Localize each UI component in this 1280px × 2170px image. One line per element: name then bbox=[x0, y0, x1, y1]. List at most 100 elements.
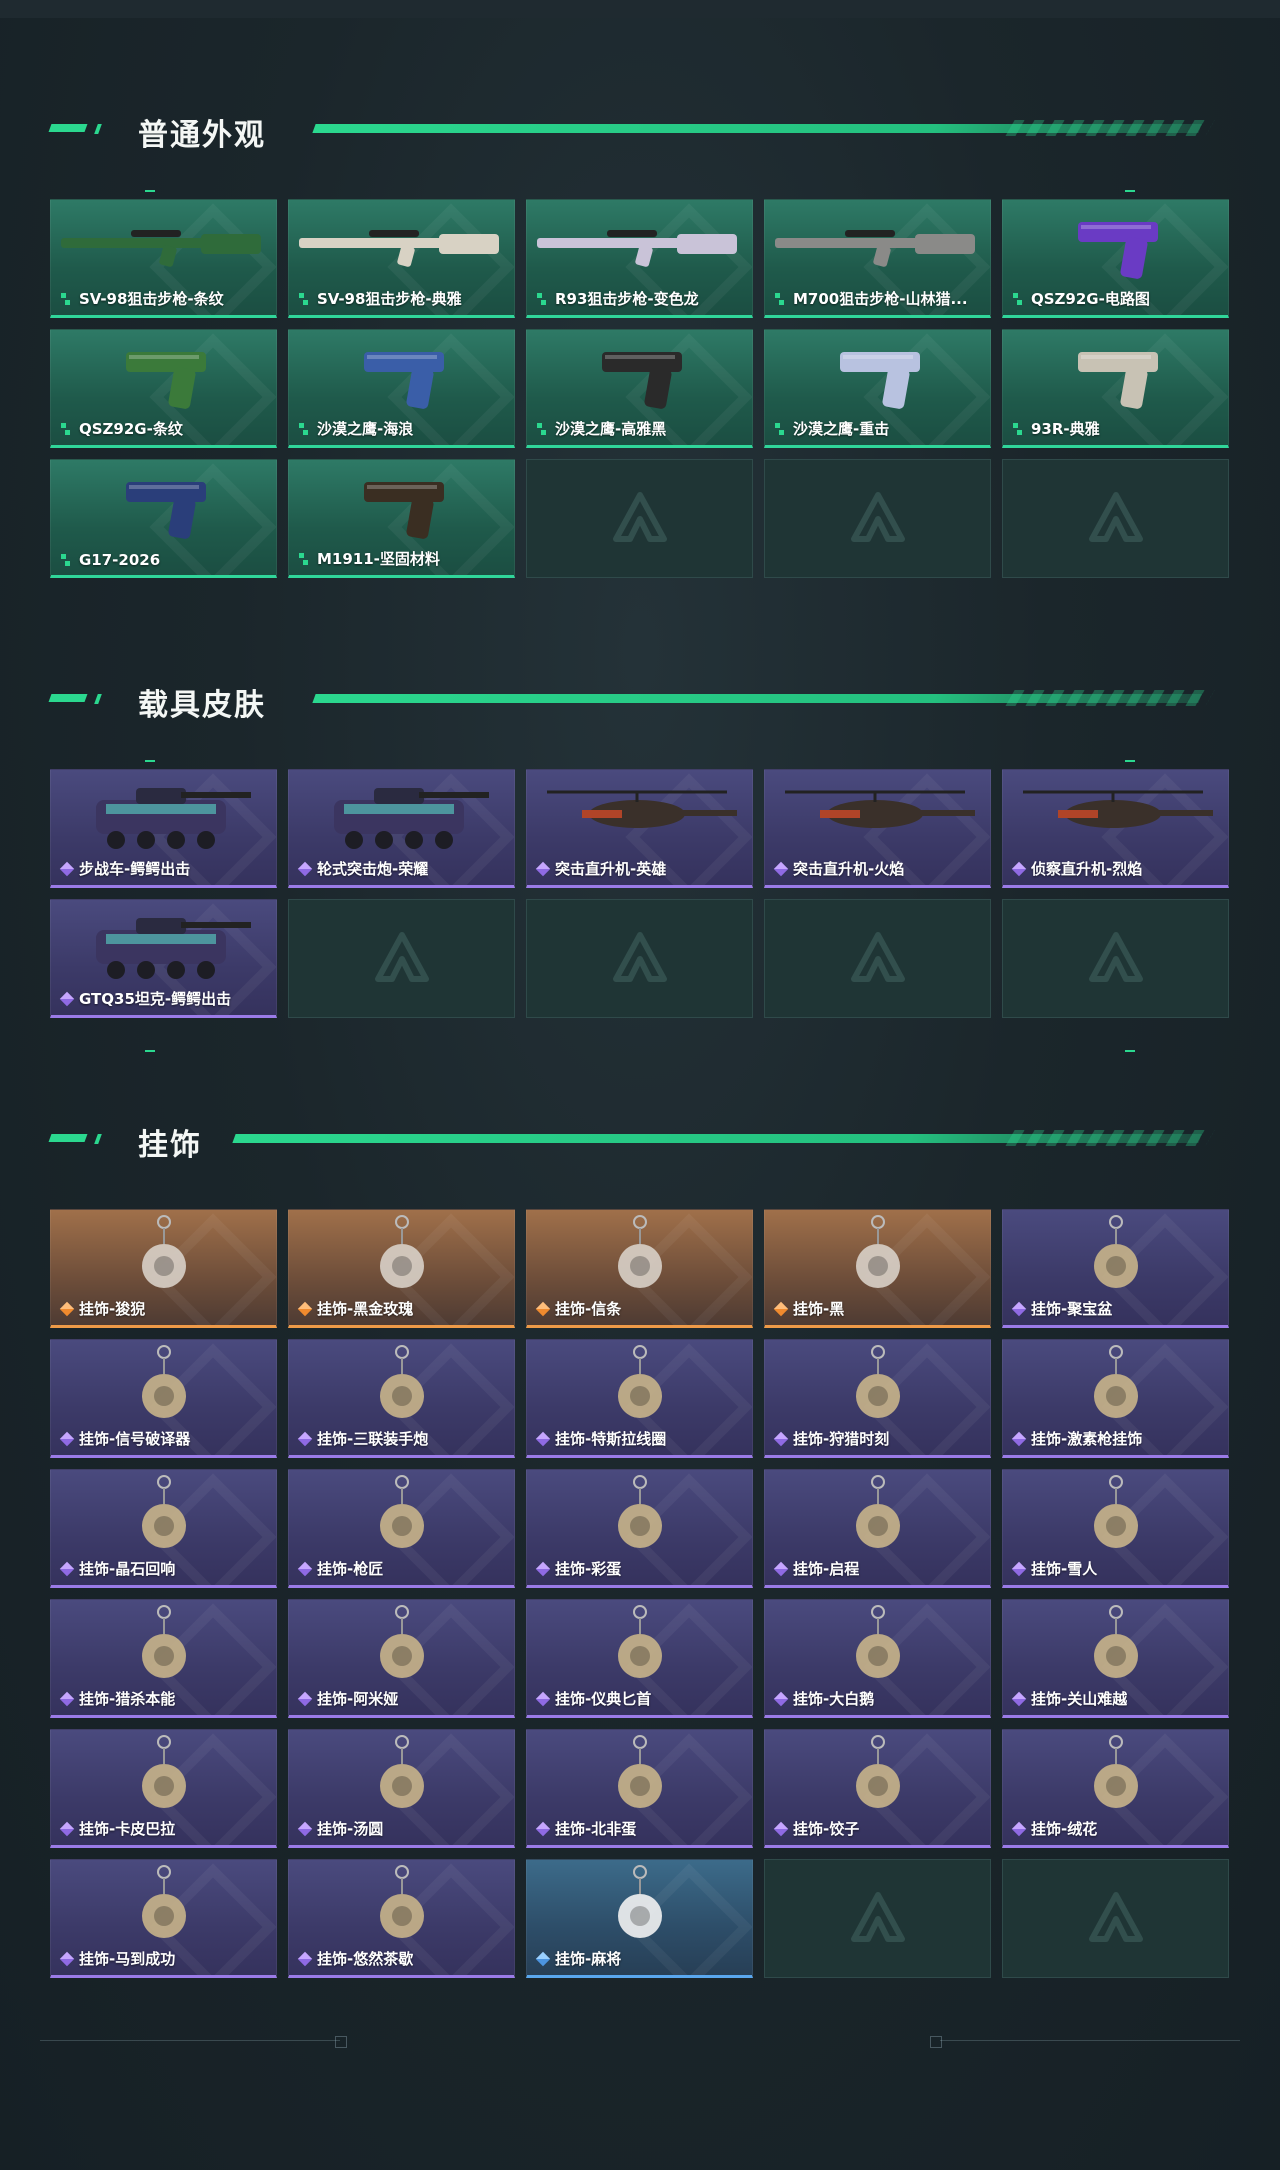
item-card[interactable]: 挂饰-绒花 bbox=[1002, 1729, 1229, 1848]
item-card[interactable]: 步战车-鳄鳄出击 bbox=[50, 769, 277, 888]
charm-icon bbox=[618, 1735, 662, 1808]
armored-vehicle-icon bbox=[96, 788, 251, 849]
pistol-icon bbox=[126, 352, 206, 409]
item-card[interactable]: 挂饰-彩蛋 bbox=[526, 1469, 753, 1588]
item-name-row: G17-2026 bbox=[61, 551, 160, 569]
charm-icon bbox=[142, 1605, 186, 1678]
empty-slot bbox=[526, 459, 753, 578]
item-name-row: 挂饰-激素枪挂饰 bbox=[1011, 1428, 1142, 1449]
item-card[interactable]: SV-98狙击步枪-条纹 bbox=[50, 199, 277, 318]
charm-icon bbox=[856, 1475, 900, 1548]
item-name: 挂饰-猎杀本能 bbox=[79, 1690, 176, 1708]
item-name: SV-98狙击步枪-条纹 bbox=[79, 290, 224, 308]
charm-icon bbox=[380, 1735, 424, 1808]
item-card[interactable]: 挂饰-三联装手炮 bbox=[288, 1339, 515, 1458]
item-card[interactable]: 沙漠之鹰-海浪 bbox=[288, 329, 515, 448]
item-name: 挂饰-阿米娅 bbox=[317, 1690, 399, 1708]
item-card[interactable]: GTQ35坦克-鳄鳄出击 bbox=[50, 899, 277, 1018]
item-name: 挂饰-枪匠 bbox=[317, 1560, 384, 1578]
empty-slot bbox=[526, 899, 753, 1018]
item-card[interactable]: 挂饰-仪典匕首 bbox=[526, 1599, 753, 1718]
item-card[interactable]: G17-2026 bbox=[50, 459, 277, 578]
item-card[interactable]: M700狙击步枪-山林猎... bbox=[764, 199, 991, 318]
rarity-icon bbox=[59, 1301, 75, 1316]
header-checker bbox=[1005, 120, 1215, 136]
item-card[interactable]: 侦察直升机-烈焰 bbox=[1002, 769, 1229, 888]
item-card[interactable]: 挂饰-关山难越 bbox=[1002, 1599, 1229, 1718]
rarity-icon bbox=[773, 861, 789, 876]
item-card[interactable]: 挂饰-卡皮巴拉 bbox=[50, 1729, 277, 1848]
item-card[interactable]: 挂饰-狻猊 bbox=[50, 1209, 277, 1328]
item-card[interactable]: SV-98狙击步枪-典雅 bbox=[288, 199, 515, 318]
item-name-row: 挂饰-卡皮巴拉 bbox=[59, 1818, 176, 1839]
item-card[interactable]: M1911-坚固材料 bbox=[288, 459, 515, 578]
item-card[interactable]: 挂饰-信条 bbox=[526, 1209, 753, 1328]
item-card[interactable]: 突击直升机-英雄 bbox=[526, 769, 753, 888]
item-card[interactable]: 挂饰-饺子 bbox=[764, 1729, 991, 1848]
placeholder-logo-icon bbox=[850, 1891, 905, 1942]
item-name: 挂饰-晶石回响 bbox=[79, 1560, 176, 1578]
sniper-rifle-icon bbox=[61, 230, 261, 267]
pistol-icon bbox=[840, 352, 920, 409]
item-card[interactable]: 突击直升机-火焰 bbox=[764, 769, 991, 888]
item-card[interactable]: 沙漠之鹰-重击 bbox=[764, 329, 991, 448]
rarity-icon bbox=[535, 861, 551, 876]
item-card[interactable]: 沙漠之鹰-高雅黑 bbox=[526, 329, 753, 448]
charm-icon bbox=[856, 1735, 900, 1808]
item-name: 挂饰-卡皮巴拉 bbox=[79, 1820, 176, 1838]
item-card[interactable]: 挂饰-狩猎时刻 bbox=[764, 1339, 991, 1458]
charm-icon bbox=[618, 1475, 662, 1548]
section-header-charms: 挂饰 bbox=[48, 1118, 1215, 1163]
header-accent bbox=[48, 694, 88, 702]
item-card[interactable]: R93狙击步枪-变色龙 bbox=[526, 199, 753, 318]
footer-box-left bbox=[335, 2036, 347, 2048]
item-card[interactable]: 挂饰-阿米娅 bbox=[288, 1599, 515, 1718]
item-card[interactable]: 挂饰-马到成功 bbox=[50, 1859, 277, 1978]
item-card[interactable]: 挂饰-汤圆 bbox=[288, 1729, 515, 1848]
item-card[interactable]: 挂饰-黑金玫瑰 bbox=[288, 1209, 515, 1328]
item-card[interactable]: 挂饰-悠然茶歇 bbox=[288, 1859, 515, 1978]
footer-line-left bbox=[40, 2040, 340, 2041]
rarity-icon bbox=[297, 1821, 313, 1836]
item-card[interactable]: 挂饰-麻将 bbox=[526, 1859, 753, 1978]
item-card[interactable]: 挂饰-大白鹅 bbox=[764, 1599, 991, 1718]
item-card[interactable]: 挂饰-猎杀本能 bbox=[50, 1599, 277, 1718]
footer-box-right bbox=[930, 2036, 942, 2048]
item-name-row: 挂饰-悠然茶歇 bbox=[297, 1948, 413, 1969]
header-checker bbox=[1005, 1130, 1215, 1146]
rarity-icon bbox=[299, 292, 311, 305]
rarity-icon bbox=[59, 1821, 75, 1836]
item-card[interactable]: 挂饰-黑 bbox=[764, 1209, 991, 1328]
charm-icon bbox=[142, 1475, 186, 1548]
item-name-row: 挂饰-北非蛋 bbox=[535, 1818, 636, 1839]
item-card[interactable]: 挂饰-启程 bbox=[764, 1469, 991, 1588]
item-card[interactable]: 挂饰-晶石回响 bbox=[50, 1469, 277, 1588]
item-card[interactable]: QSZ92G-电路图 bbox=[1002, 199, 1229, 318]
item-card[interactable]: 93R-典雅 bbox=[1002, 329, 1229, 448]
header-accent bbox=[48, 1134, 88, 1142]
item-card[interactable]: 挂饰-枪匠 bbox=[288, 1469, 515, 1588]
empty-slot bbox=[288, 899, 515, 1018]
item-name-row: 挂饰-聚宝盆 bbox=[1011, 1298, 1112, 1319]
item-card[interactable]: 挂饰-雪人 bbox=[1002, 1469, 1229, 1588]
rarity-icon bbox=[59, 1951, 75, 1966]
item-name-row: 突击直升机-火焰 bbox=[773, 858, 904, 879]
item-name: 挂饰-汤圆 bbox=[317, 1820, 384, 1838]
item-card[interactable]: 挂饰-北非蛋 bbox=[526, 1729, 753, 1848]
item-card[interactable]: 轮式突击炮-荣耀 bbox=[288, 769, 515, 888]
item-card[interactable]: 挂饰-特斯拉线圈 bbox=[526, 1339, 753, 1458]
rarity-icon bbox=[61, 422, 73, 435]
item-card[interactable]: 挂饰-激素枪挂饰 bbox=[1002, 1339, 1229, 1458]
corner-mark bbox=[145, 760, 155, 762]
item-name-row: 轮式突击炮-荣耀 bbox=[297, 858, 428, 879]
charm-icon bbox=[142, 1345, 186, 1418]
item-name: R93狙击步枪-变色龙 bbox=[555, 290, 699, 308]
rarity-icon bbox=[299, 552, 311, 565]
item-card[interactable]: QSZ92G-条纹 bbox=[50, 329, 277, 448]
placeholder-logo-icon bbox=[850, 491, 905, 542]
rarity-icon bbox=[535, 1821, 551, 1836]
item-card[interactable]: 挂饰-信号破译器 bbox=[50, 1339, 277, 1458]
item-card[interactable]: 挂饰-聚宝盆 bbox=[1002, 1209, 1229, 1328]
rarity-icon bbox=[59, 861, 75, 876]
item-name-row: 侦察直升机-烈焰 bbox=[1011, 858, 1142, 879]
